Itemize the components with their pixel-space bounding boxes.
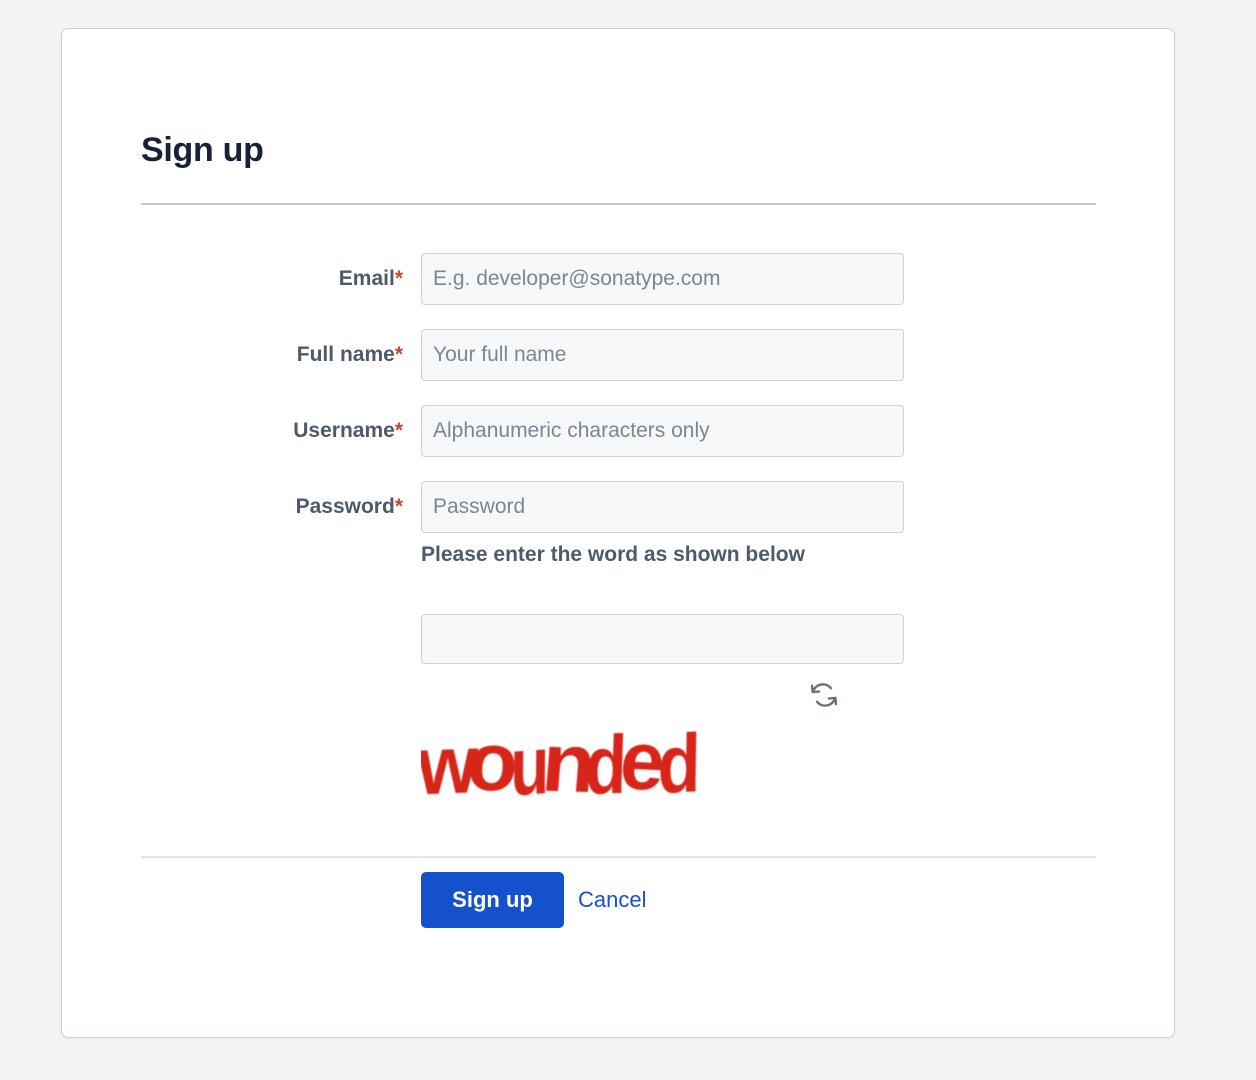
captcha-prompt: Please enter the word as shown below (421, 543, 805, 566)
sign-up-button[interactable]: Sign up (421, 872, 564, 928)
form-row-username: Username* (62, 405, 1174, 457)
page-title: Sign up (141, 130, 264, 169)
username-label-text: Username (293, 419, 395, 442)
signup-page: Sign up Email* Full name* Username* Pass… (0, 0, 1256, 1080)
form-row-fullname: Full name* (62, 329, 1174, 381)
username-required-star: * (394, 419, 403, 442)
password-required-star: * (394, 495, 403, 518)
email-input[interactable] (421, 253, 904, 305)
email-label-text: Email (338, 267, 395, 290)
divider-bottom (141, 856, 1096, 858)
refresh-icon[interactable] (809, 680, 839, 710)
username-input[interactable] (421, 405, 904, 457)
password-label-text: Password (295, 495, 395, 518)
captcha-input[interactable] (421, 614, 904, 664)
fullname-label: Full name* (62, 329, 403, 381)
form-row-password: Password* (62, 481, 1174, 533)
fullname-label-text: Full name (296, 343, 395, 366)
form-row-email: Email* (62, 253, 1174, 305)
fullname-required-star: * (394, 343, 403, 366)
password-label: Password* (62, 481, 403, 533)
password-input[interactable] (421, 481, 904, 533)
signup-card: Sign up Email* Full name* Username* Pass… (61, 28, 1175, 1038)
captcha-image: wounded (421, 713, 821, 805)
username-label: Username* (62, 405, 403, 457)
cancel-button[interactable]: Cancel (578, 872, 646, 928)
captcha-word: wounded (421, 713, 695, 805)
email-label: Email* (62, 253, 403, 305)
fullname-input[interactable] (421, 329, 904, 381)
email-required-star: * (394, 267, 403, 290)
divider-top (141, 203, 1096, 205)
